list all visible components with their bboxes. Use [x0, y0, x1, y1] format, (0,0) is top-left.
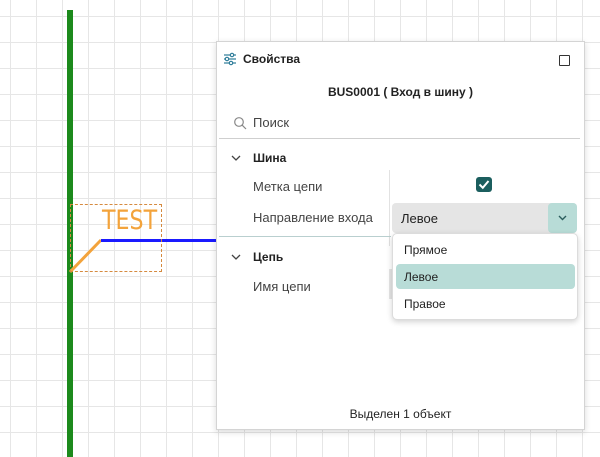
net-mark-checkbox[interactable] — [476, 177, 492, 192]
maximize-icon[interactable] — [559, 55, 570, 66]
search-input[interactable] — [253, 113, 553, 131]
section-label: Цепь — [253, 250, 284, 264]
sliders-icon — [224, 52, 236, 66]
panel-header: Свойства — [217, 42, 584, 76]
prop-label-entry-direction: Направление входа — [253, 210, 373, 225]
section-divider — [219, 236, 391, 237]
checkmark-icon — [478, 180, 490, 190]
object-title: BUS0001 ( Вход в шину ) — [327, 85, 474, 99]
direction-dropdown: Прямое Левое Правое — [392, 233, 578, 320]
select-value: Левое — [401, 211, 438, 226]
chevron-down-icon — [231, 155, 241, 161]
search-bar — [219, 106, 580, 139]
column-divider — [389, 170, 390, 246]
entry-direction-select[interactable]: Левое — [392, 203, 577, 233]
net-label[interactable]: TEST — [102, 205, 157, 236]
section-label: Шина — [253, 151, 287, 165]
panel-title: Свойства — [243, 52, 301, 66]
selection-status: Выделен 1 объект — [349, 407, 452, 421]
chevron-down-icon — [231, 254, 241, 260]
dropdown-option-selected[interactable]: Левое — [396, 264, 575, 289]
prop-label-net-mark: Метка цепи — [253, 179, 323, 194]
dropdown-option[interactable]: Прямое — [396, 237, 575, 262]
dropdown-option[interactable]: Правое — [396, 291, 575, 316]
select-toggle-button[interactable] — [548, 203, 577, 233]
search-icon — [234, 117, 247, 130]
prop-label-net-name: Имя цепи — [253, 279, 311, 294]
chevron-down-icon — [558, 215, 567, 221]
